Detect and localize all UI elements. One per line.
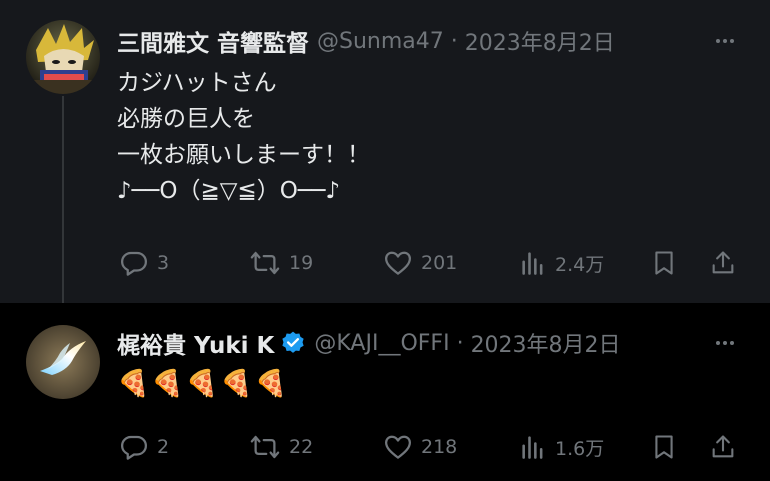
tweet-parent[interactable]: 三間雅文 音響監督 @Sunma47 · 2023年8月2日 カジハットさん 必…: [0, 0, 770, 318]
reply-icon: [121, 251, 147, 276]
reply-count: 2: [157, 436, 170, 458]
avatar[interactable]: [26, 325, 100, 399]
share-icon: [712, 435, 734, 458]
retweet-count: 19: [289, 252, 314, 274]
tweet-text: 🍕🍕🍕🍕🍕: [117, 369, 289, 399]
retweet-icon: [250, 251, 280, 275]
action-bar: 2 22 218 1.6万: [117, 430, 747, 464]
share-icon: [712, 251, 734, 274]
bookmark-icon: [655, 251, 673, 275]
share-button[interactable]: [709, 246, 737, 280]
tweet-header: 三間雅文 音響監督 @Sunma47 · 2023年8月2日: [117, 24, 615, 58]
tweet-text: カジハットさん 必勝の巨人を 一枚お願いしまーす！！ ♪──O（≧▽≦）O──♪: [117, 70, 370, 204]
like-count: 218: [421, 436, 458, 458]
retweet-icon: [250, 435, 280, 459]
thread-connector-line: [62, 96, 64, 318]
retweet-button[interactable]: 22: [249, 430, 313, 464]
reply-icon: [121, 435, 147, 460]
bookmark-button[interactable]: [650, 430, 678, 464]
views-count: 1.6万: [555, 437, 605, 460]
verified-badge-icon: [282, 331, 304, 353]
reply-button[interactable]: 2: [119, 430, 169, 464]
views-icon: [522, 436, 543, 459]
like-button[interactable]: 201: [383, 246, 457, 280]
character-avatar-icon: [26, 20, 100, 94]
like-count: 201: [421, 252, 458, 274]
heart-icon: [385, 251, 411, 275]
bookmark-icon: [655, 435, 673, 459]
reply-count: 3: [157, 252, 170, 274]
user-handle[interactable]: @KAJI__OFFI: [314, 331, 449, 356]
retweet-count: 22: [289, 436, 314, 458]
display-name[interactable]: 三間雅文 音響監督: [117, 24, 309, 58]
share-button[interactable]: [709, 430, 737, 464]
display-name[interactable]: 梶裕貴 Yuki K: [117, 326, 274, 360]
heart-icon: [385, 435, 411, 459]
retweet-button[interactable]: 19: [249, 246, 313, 280]
timestamp[interactable]: 2023年8月2日: [465, 25, 615, 57]
tweet-header: 梶裕貴 Yuki K @KAJI__OFFI · 2023年8月2日: [117, 326, 621, 360]
tweet-reply[interactable]: 梶裕貴 Yuki K @KAJI__OFFI · 2023年8月2日 🍕🍕🍕🍕🍕…: [0, 303, 770, 481]
more-options-button[interactable]: [710, 26, 740, 56]
bookmark-button[interactable]: [650, 246, 678, 280]
separator-dot: ·: [456, 330, 464, 356]
views-icon: [522, 252, 543, 275]
more-icon: [716, 39, 734, 43]
user-handle[interactable]: @Sunma47: [317, 29, 444, 54]
reply-button[interactable]: 3: [119, 246, 169, 280]
bird-avatar-icon: [26, 325, 100, 399]
avatar[interactable]: [26, 20, 100, 94]
views-count: 2.4万: [555, 253, 605, 276]
views-button[interactable]: 2.4万: [519, 246, 604, 280]
timestamp[interactable]: 2023年8月2日: [471, 327, 621, 359]
more-icon: [716, 341, 734, 345]
like-button[interactable]: 218: [383, 430, 457, 464]
more-options-button[interactable]: [710, 328, 740, 358]
separator-dot: ·: [450, 28, 458, 54]
views-button[interactable]: 1.6万: [519, 430, 604, 464]
action-bar: 3 19 201 2.4万: [117, 246, 747, 280]
